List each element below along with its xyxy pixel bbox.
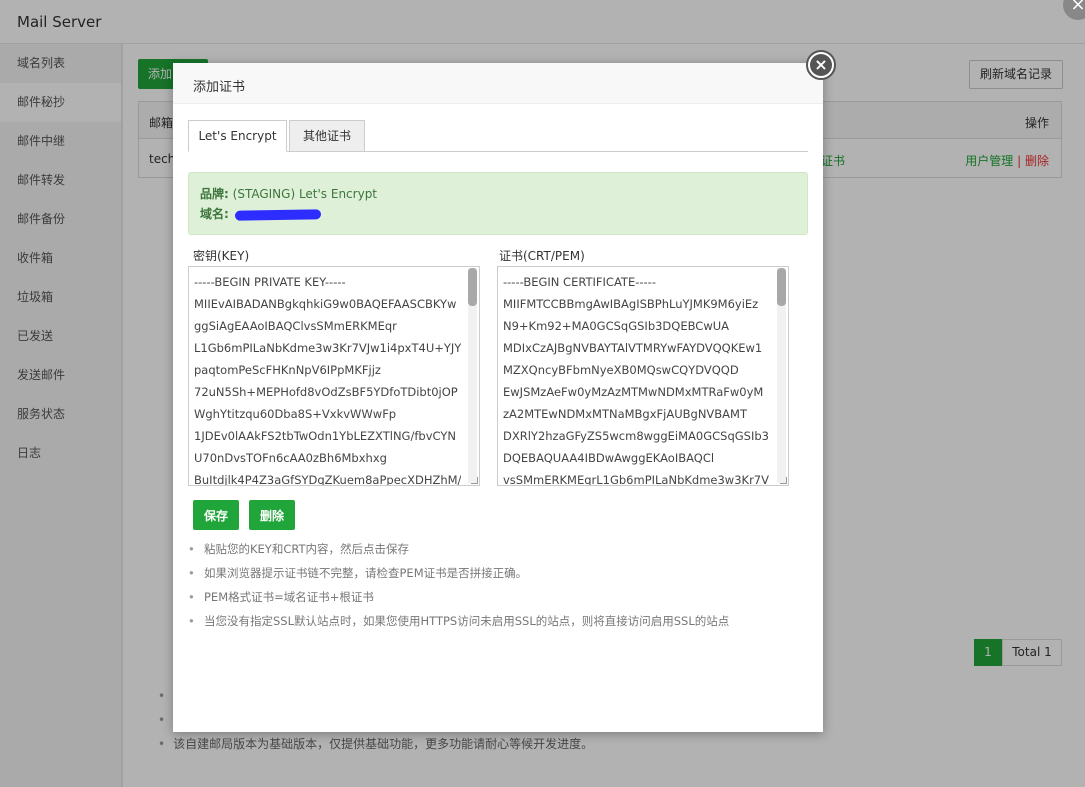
bullet-icon: • xyxy=(188,542,195,556)
text-line: DQEBAQUAA4IBDwAwggEKAoIBAQCl xyxy=(503,451,715,465)
cert-label: 证书(CRT/PEM) xyxy=(499,249,585,263)
tab-lets-encrypt[interactable]: Let's Encrypt xyxy=(188,120,287,152)
cert-content: -----BEGIN CERTIFICATE----- MIIFMTCCBBmgA… xyxy=(498,267,788,486)
text-line: BuItdjlk4P4Z3aGfSYDqZKuem8aPpecXDHZhM/ xyxy=(194,473,461,486)
text-line: MIIFMTCCBBmgAwIBAgISBPhLuYJMK9M6yiEz xyxy=(503,297,759,311)
bullet-icon: • xyxy=(188,566,195,580)
resize-handle-icon[interactable] xyxy=(471,477,478,484)
text-line: DXRlY2hzaGFyZS5wcm8wggEiMA0GCSqGSIb3 xyxy=(503,429,769,443)
modal-close-button[interactable]: × xyxy=(806,50,836,80)
save-button[interactable]: 保存 xyxy=(193,500,239,530)
cert-scrollbar[interactable] xyxy=(777,268,786,483)
cert-info-box: 品牌: (STAGING) Let's Encrypt 域名: xyxy=(188,172,808,235)
tab-other-cert[interactable]: 其他证书 xyxy=(289,120,365,152)
close-icon: × xyxy=(810,54,832,76)
key-scrollbar-thumb[interactable] xyxy=(468,268,477,306)
text-line: zA2MTEwNDMxMTNaMBgxFjAUBgNVBAMT xyxy=(503,407,747,421)
brand-label: 品牌: xyxy=(200,187,229,201)
text-line: paqtomPeScFHKnNpV6IPpMKFjjz xyxy=(194,363,381,377)
text-line: MDIxCzAJBgNVBAYTAlVTMRYwFAYDVQQKEw1 xyxy=(503,341,763,355)
delete-button[interactable]: 删除 xyxy=(249,500,295,530)
key-scrollbar[interactable] xyxy=(468,268,477,483)
modal-title: 添加证书 xyxy=(193,80,246,95)
text-line: -----BEGIN CERTIFICATE----- xyxy=(503,275,656,289)
text-line: L1Gb6mPILaNbKdme3w3Kr7VJw1i4pxT4U+YJY xyxy=(194,341,461,355)
tip-item: • 粘贴您的KEY和CRT内容，然后点击保存 xyxy=(188,537,729,561)
tips-list: • 粘贴您的KEY和CRT内容，然后点击保存 • 如果浏览器提示证书链不完整，请检查… xyxy=(188,537,729,633)
text-line: WghYtitzqu60Dba8S+VxkvWWwFp xyxy=(194,407,397,421)
text-line: ggSiAgEAAoIBAQClvsSMmERKMEqr xyxy=(194,319,397,333)
resize-handle-icon[interactable] xyxy=(780,477,787,484)
key-label: 密钥(KEY) xyxy=(193,249,250,263)
brand-line: 品牌: (STAGING) Let's Encrypt xyxy=(200,185,377,202)
add-certificate-modal: 添加证书 × Let's Encrypt 其他证书 品牌: (STAGING) … xyxy=(173,50,836,732)
text-line: MIIEvAIBADANBgkqhkiG9w0BAQEFAASCBKYw xyxy=(194,297,457,311)
text-line: vsSMmERKMEqrL1Gb6mPILaNbKdme3w3Kr7VJ xyxy=(503,473,770,486)
text-line: -----BEGIN PRIVATE KEY----- xyxy=(194,275,346,289)
cert-scrollbar-thumb[interactable] xyxy=(777,268,786,306)
key-textarea[interactable]: -----BEGIN PRIVATE KEY----- MIIEvAIBADANB… xyxy=(188,266,480,486)
text-line: U70nDvsTOFn6cAA0zBh6Mbxhxg xyxy=(194,451,387,465)
domain-line: 域名: xyxy=(200,205,321,222)
text-line: N9+Km92+MA0GCSqGSIb3DQEBCwUA xyxy=(503,319,730,333)
domain-label: 域名: xyxy=(200,207,229,221)
bullet-icon: • xyxy=(188,614,195,628)
text-line: 1JDEv0lAAkFS2tbTwOdn1YbLEZXTlNG/fbvCYN xyxy=(194,429,456,443)
text-line: 72uN5Sh+MEPHofd8vOdZsBF5YDfoTDibt0jOP xyxy=(194,385,458,399)
cert-tabs: Let's Encrypt 其他证书 xyxy=(188,120,808,152)
tip-item: • 当您没有指定SSL默认站点时，如果您使用HTTPS访问未启用SSL的站点，则将… xyxy=(188,609,729,633)
redacted-domain xyxy=(234,208,321,221)
key-content: -----BEGIN PRIVATE KEY----- MIIEvAIBADANB… xyxy=(189,267,479,486)
tip-item: • 如果浏览器提示证书链不完整，请检查PEM证书是否拼接正确。 xyxy=(188,561,729,585)
text-line: EwJSMzAeFw0yMzAzMTMwNDMxMTRaFw0yM xyxy=(503,385,764,399)
tip-item: • PEM格式证书=域名证书+根证书 xyxy=(188,585,729,609)
text-line: MZXQncyBFbmNyeXB0MQswCQYDVQQD xyxy=(503,363,739,377)
bullet-icon: • xyxy=(188,590,195,604)
cert-textarea[interactable]: -----BEGIN CERTIFICATE----- MIIFMTCCBBmgA… xyxy=(497,266,789,486)
brand-value: (STAGING) Let's Encrypt xyxy=(232,187,378,201)
modal-header: 添加证书 × xyxy=(173,50,836,104)
